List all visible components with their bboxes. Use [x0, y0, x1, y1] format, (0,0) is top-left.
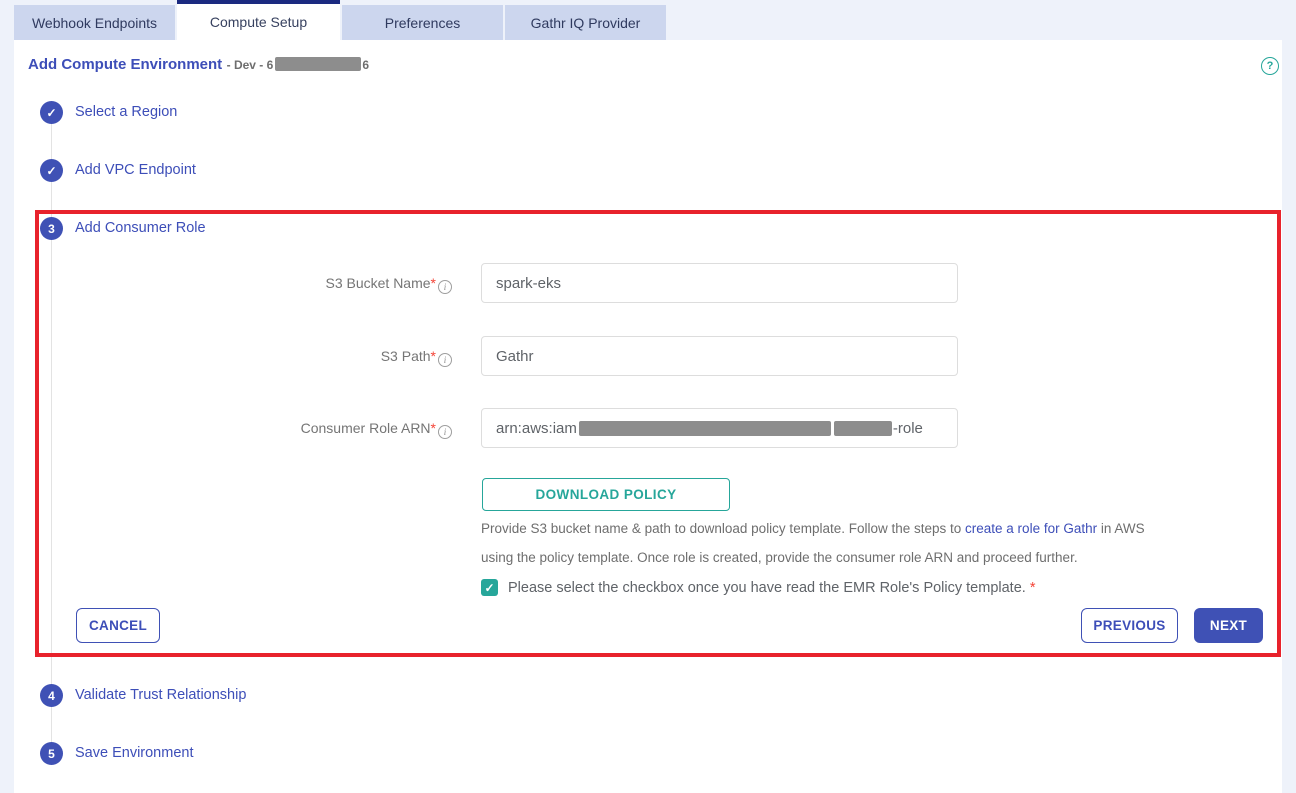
info-icon[interactable]: i [438, 353, 452, 367]
arn-value-suffix: -role [893, 420, 923, 437]
download-policy-button[interactable]: DOWNLOAD POLICY [482, 478, 730, 511]
s3-bucket-name-input[interactable] [481, 263, 958, 303]
tab-webhook-endpoints[interactable]: Webhook Endpoints [14, 5, 175, 40]
policy-read-checkbox-label: Please select the checkbox once you have… [508, 580, 1035, 596]
helper-text-part-1: Provide S3 bucket name & path to downloa… [481, 521, 965, 536]
s3-path-label: S3 Path*i [200, 346, 452, 367]
info-icon[interactable]: i [438, 425, 452, 439]
step-5-save-environment[interactable]: Save Environment [75, 742, 193, 765]
checkbox-label-text: Please select the checkbox once you have… [508, 580, 1026, 596]
step-2-check-icon: ✓ [40, 159, 63, 182]
help-icon[interactable]: ? [1261, 57, 1279, 75]
cancel-button[interactable]: CANCEL [76, 608, 160, 643]
policy-helper-text: Provide S3 bucket name & path to downloa… [481, 514, 1173, 572]
s3-path-label-text: S3 Path [381, 348, 431, 364]
next-button[interactable]: NEXT [1194, 608, 1263, 643]
environment-label-suffix: 6 [362, 58, 369, 72]
step-4-number-badge: 4 [40, 684, 63, 707]
required-asterisk: * [431, 275, 436, 291]
previous-button[interactable]: PREVIOUS [1081, 608, 1178, 643]
tab-preferences[interactable]: Preferences [342, 5, 503, 40]
s3-bucket-name-label: S3 Bucket Name*i [200, 273, 452, 294]
consumer-role-arn-label: Consumer Role ARN*i [200, 418, 452, 439]
tab-gathr-iq-provider[interactable]: Gathr IQ Provider [505, 5, 666, 40]
tab-bar: Webhook Endpoints Compute Setup Preferen… [14, 0, 668, 40]
step-2-add-vpc-endpoint[interactable]: Add VPC Endpoint [75, 159, 196, 182]
s3-path-input[interactable] [481, 336, 958, 376]
consumer-role-arn-label-text: Consumer Role ARN [301, 420, 431, 436]
redacted-arn-segment [834, 421, 892, 436]
required-asterisk: * [431, 348, 436, 364]
policy-read-checkbox[interactable]: ✓ [481, 579, 498, 596]
arn-value-prefix: arn:aws:iam [496, 420, 577, 437]
redacted-environment-id [275, 57, 361, 71]
create-role-link[interactable]: create a role for Gathr [965, 521, 1097, 536]
environment-label-prefix: - Dev - 6 [227, 58, 274, 72]
redacted-arn-segment [579, 421, 831, 436]
tab-compute-setup[interactable]: Compute Setup [177, 0, 340, 40]
required-asterisk: * [431, 420, 436, 436]
required-asterisk: * [1030, 580, 1036, 596]
step-1-select-a-region[interactable]: Select a Region [75, 101, 177, 124]
policy-read-checkbox-row: ✓ Please select the checkbox once you ha… [481, 579, 1035, 596]
step-5-number-badge: 5 [40, 742, 63, 765]
consumer-role-arn-input[interactable]: arn:aws:iam -role [481, 408, 958, 448]
step-1-check-icon: ✓ [40, 101, 63, 124]
info-icon[interactable]: i [438, 280, 452, 294]
page-title-row: Add Compute Environment - Dev - 6 6 [28, 56, 369, 74]
s3-bucket-name-label-text: S3 Bucket Name [325, 275, 430, 291]
step-3-number-badge: 3 [40, 217, 63, 240]
step-4-validate-trust-relationship[interactable]: Validate Trust Relationship [75, 684, 246, 707]
step-3-add-consumer-role[interactable]: Add Consumer Role [75, 217, 206, 240]
page-title: Add Compute Environment [28, 56, 222, 73]
